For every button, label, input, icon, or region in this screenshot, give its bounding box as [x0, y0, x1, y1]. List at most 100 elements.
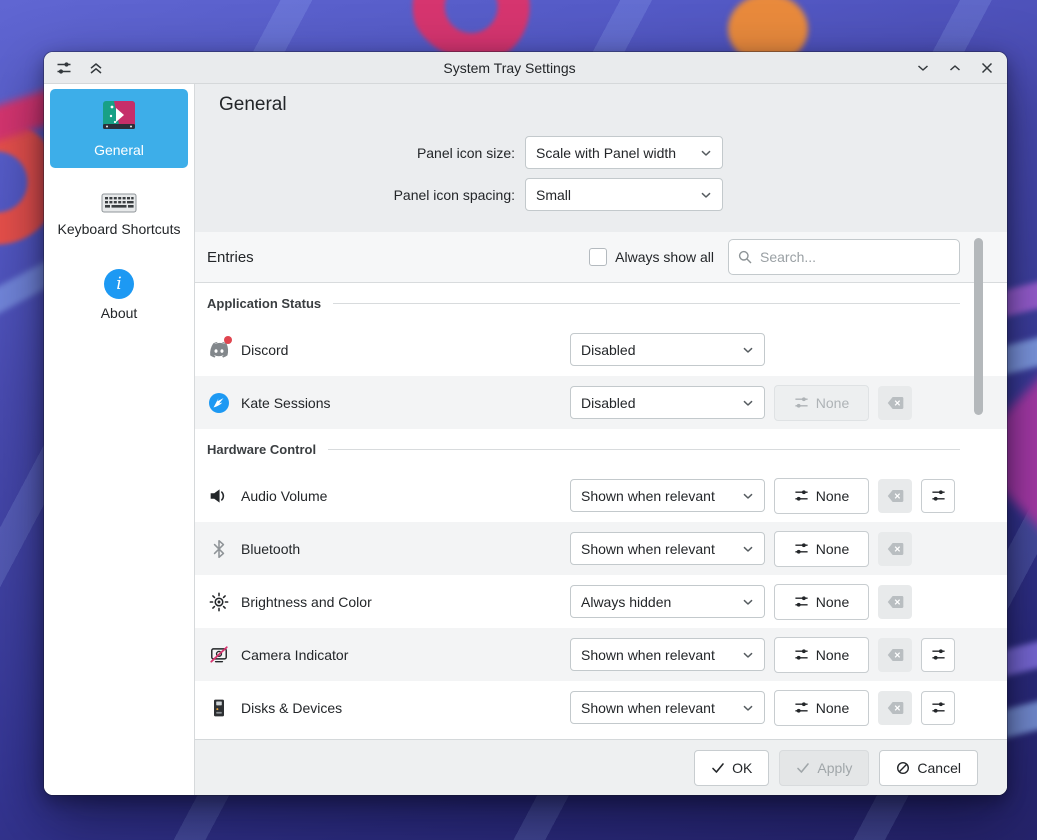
- shortcut-button[interactable]: None: [774, 531, 869, 567]
- titlebar: System Tray Settings: [44, 52, 1007, 84]
- shortcut-label: None: [816, 395, 849, 411]
- shortcut-button[interactable]: None: [774, 637, 869, 673]
- entries-list: Application Status Discord Disabled: [195, 283, 1007, 739]
- entry-row-audio-volume: Audio Volume Shown when relevant None: [195, 469, 1007, 522]
- camera-indicator-icon: [207, 643, 231, 667]
- sliders-icon: [794, 541, 809, 556]
- visibility-dropdown-brightness[interactable]: Always hidden: [570, 585, 765, 618]
- chevron-down-icon: [741, 542, 755, 556]
- panel-icon-size-label: Panel icon size:: [219, 145, 515, 161]
- shortcut-button[interactable]: None: [774, 478, 869, 514]
- discord-icon: [207, 338, 231, 362]
- sidebar-item-keyboard-shortcuts[interactable]: Keyboard Shortcuts: [50, 184, 188, 247]
- panel-icon-size-dropdown[interactable]: Scale with Panel width: [525, 136, 723, 169]
- chevron-down-icon: [699, 188, 713, 202]
- bluetooth-icon: [207, 537, 231, 561]
- visibility-dropdown-camera-indicator[interactable]: Shown when relevant: [570, 638, 765, 671]
- sliders-icon: [794, 700, 809, 715]
- entry-label: Discord: [241, 342, 570, 358]
- chevron-down-icon: [741, 396, 755, 410]
- search-icon: [737, 249, 753, 265]
- shortcut-label: None: [816, 541, 849, 557]
- configure-button[interactable]: [921, 638, 955, 672]
- entry-label: Bluetooth: [241, 541, 570, 557]
- sidebar-item-label: About: [101, 305, 138, 323]
- entry-label: Audio Volume: [241, 488, 570, 504]
- disks-devices-icon: [207, 696, 231, 720]
- cancel-button[interactable]: Cancel: [879, 750, 978, 786]
- clear-shortcut-button: [878, 532, 912, 566]
- brightness-icon: [207, 590, 231, 614]
- entry-label: Camera Indicator: [241, 647, 570, 663]
- entry-label: Brightness and Color: [241, 594, 570, 610]
- minimize-icon[interactable]: [915, 60, 931, 76]
- panel-icon-spacing-label: Panel icon spacing:: [219, 187, 515, 203]
- apply-button: Apply: [779, 750, 869, 786]
- entries-toolbar: Entries Always show all: [195, 232, 1007, 283]
- sidebar-item-label: General: [94, 142, 144, 160]
- general-settings-pane: General Panel icon size: Scale with Pane…: [195, 84, 1007, 232]
- search-input[interactable]: [728, 239, 960, 275]
- sliders-icon: [794, 594, 809, 609]
- dialog-footer: OK Apply Cancel: [195, 739, 1007, 795]
- entries-title: Entries: [207, 249, 254, 266]
- section-divider: [333, 303, 960, 304]
- configure-button[interactable]: [921, 691, 955, 725]
- shortcut-button[interactable]: None: [774, 690, 869, 726]
- notification-badge: [224, 336, 232, 344]
- section-header-hardware-control: Hardware Control: [195, 429, 1007, 469]
- entry-row-bluetooth: Bluetooth Shown when relevant None: [195, 522, 1007, 575]
- sidebar-item-about[interactable]: i About: [50, 262, 188, 331]
- ok-button[interactable]: OK: [694, 750, 769, 786]
- check-icon: [796, 761, 810, 775]
- shortcut-button[interactable]: None: [774, 584, 869, 620]
- chevron-down-icon: [741, 489, 755, 503]
- always-show-all-label: Always show all: [615, 249, 714, 265]
- configure-button[interactable]: [921, 479, 955, 513]
- visibility-dropdown-kate-sessions[interactable]: Disabled: [570, 386, 765, 419]
- visibility-dropdown-disks-devices[interactable]: Shown when relevant: [570, 691, 765, 724]
- backspace-icon: [887, 648, 904, 662]
- entry-row-disks-devices: Disks & Devices Shown when relevant None: [195, 681, 1007, 734]
- section-header-application-status: Application Status: [195, 283, 1007, 323]
- sliders-icon: [931, 700, 946, 715]
- sidebar-item-label: Keyboard Shortcuts: [58, 221, 181, 239]
- sliders-icon[interactable]: [56, 60, 72, 76]
- visibility-dropdown-bluetooth[interactable]: Shown when relevant: [570, 532, 765, 565]
- entry-label: Kate Sessions: [241, 395, 570, 411]
- page-title: General: [219, 94, 983, 116]
- content-pane: General Panel icon size: Scale with Pane…: [195, 84, 1007, 795]
- backspace-icon: [887, 701, 904, 715]
- close-icon[interactable]: [979, 60, 995, 76]
- backspace-icon: [887, 542, 904, 556]
- keyboard-icon: [101, 191, 137, 215]
- clear-shortcut-button: [878, 585, 912, 619]
- section-divider: [328, 449, 960, 450]
- keep-above-icon[interactable]: [88, 60, 104, 76]
- maximize-icon[interactable]: [947, 60, 963, 76]
- panel-icon-spacing-field: Panel icon spacing: Small: [219, 178, 983, 211]
- dropdown-value: Scale with Panel width: [536, 145, 693, 161]
- chevron-down-icon: [699, 146, 713, 160]
- shortcut-label: None: [816, 488, 849, 504]
- visibility-dropdown-discord[interactable]: Disabled: [570, 333, 765, 366]
- sliders-icon: [931, 647, 946, 662]
- clear-shortcut-button: [878, 638, 912, 672]
- sidebar: General Keyboard Shortcuts: [44, 84, 195, 795]
- sidebar-item-general[interactable]: General: [50, 89, 188, 168]
- system-tray-settings-window: System Tray Settings: [44, 52, 1007, 795]
- shortcut-label: None: [816, 647, 849, 663]
- shortcut-label: None: [816, 700, 849, 716]
- kate-icon: [207, 391, 231, 415]
- always-show-all-checkbox[interactable]: [589, 248, 607, 266]
- sliders-icon: [794, 647, 809, 662]
- panel-icon-spacing-dropdown[interactable]: Small: [525, 178, 723, 211]
- dropdown-value: Small: [536, 187, 693, 203]
- systemtray-icon: [99, 96, 139, 136]
- scrollbar-thumb[interactable]: [974, 238, 983, 415]
- clear-shortcut-button: [878, 479, 912, 513]
- sliders-icon: [794, 488, 809, 503]
- visibility-dropdown-audio-volume[interactable]: Shown when relevant: [570, 479, 765, 512]
- sliders-icon: [931, 488, 946, 503]
- clear-shortcut-button: [878, 691, 912, 725]
